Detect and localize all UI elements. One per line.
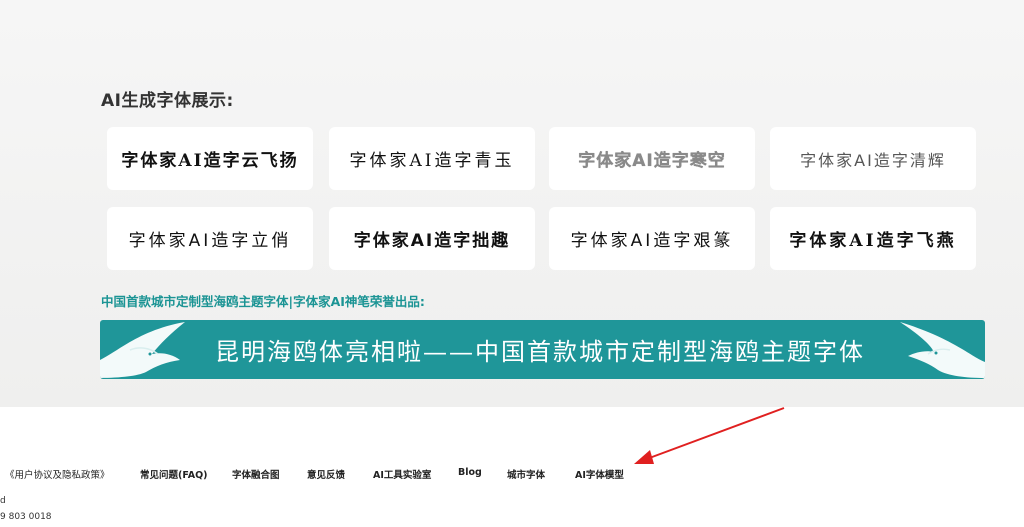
seagull-icon <box>900 322 985 378</box>
promo-banner[interactable]: 昆明海鸥体亮相啦——中国首款城市定制型海鸥主题字体 <box>100 320 985 379</box>
font-sample-card[interactable]: 字体家AI造字拙趣 <box>329 207 535 270</box>
red-arrow-icon <box>634 407 785 464</box>
font-sample-card[interactable]: 字体家AI造字青玉 <box>329 127 535 190</box>
footer-link-faq[interactable]: 常见问题(FAQ) <box>140 467 208 481</box>
font-sample-card[interactable]: 字体家AI造字寒空 <box>549 127 755 190</box>
footer-link-privacy[interactable]: 《用户协议及隐私政策》 <box>5 467 110 481</box>
section-title: AI生成字体展示: <box>101 91 234 111</box>
font-sample-card[interactable]: 字体家AI造字立俏 <box>107 207 313 270</box>
font-sample-card[interactable]: 字体家AI造字艰篆 <box>549 207 755 270</box>
footer-link-blog[interactable]: Blog <box>458 467 482 478</box>
footer-info-line: d <box>0 496 6 506</box>
promo-title: 中国首款城市定制型海鸥主题字体|字体家AI神笔荣誉出品: <box>101 294 425 309</box>
footer-link-feedback[interactable]: 意见反馈 <box>307 467 345 481</box>
font-sample-card[interactable]: 字体家AI造字云飞扬 <box>107 127 313 190</box>
footer-link-ai-font-model[interactable]: AI字体模型 <box>575 467 624 481</box>
font-sample-card[interactable]: 字体家AI造字清辉 <box>770 127 976 190</box>
font-showcase-section: AI生成字体展示: 字体家AI造字云飞扬 字体家AI造字青玉 字体家AI造字寒空… <box>0 0 1024 407</box>
font-sample-card[interactable]: 字体家AI造字飞燕 <box>770 207 976 270</box>
font-sample-grid: 字体家AI造字云飞扬 字体家AI造字青玉 字体家AI造字寒空 字体家AI造字清辉… <box>107 127 977 272</box>
banner-headline: 昆明海鸥体亮相啦——中国首款城市定制型海鸥主题字体 <box>215 338 865 366</box>
footer-link-font-fusion[interactable]: 字体融合图 <box>232 467 280 481</box>
footer-phone: 9 803 0018 <box>0 512 52 522</box>
footer-link-city-fonts[interactable]: 城市字体 <box>507 467 545 481</box>
footer-link-ai-lab[interactable]: AI工具实验室 <box>373 467 431 481</box>
footer-nav: 《用户协议及隐私政策》 常见问题(FAQ) 字体融合图 意见反馈 AI工具实验室… <box>0 467 1024 483</box>
